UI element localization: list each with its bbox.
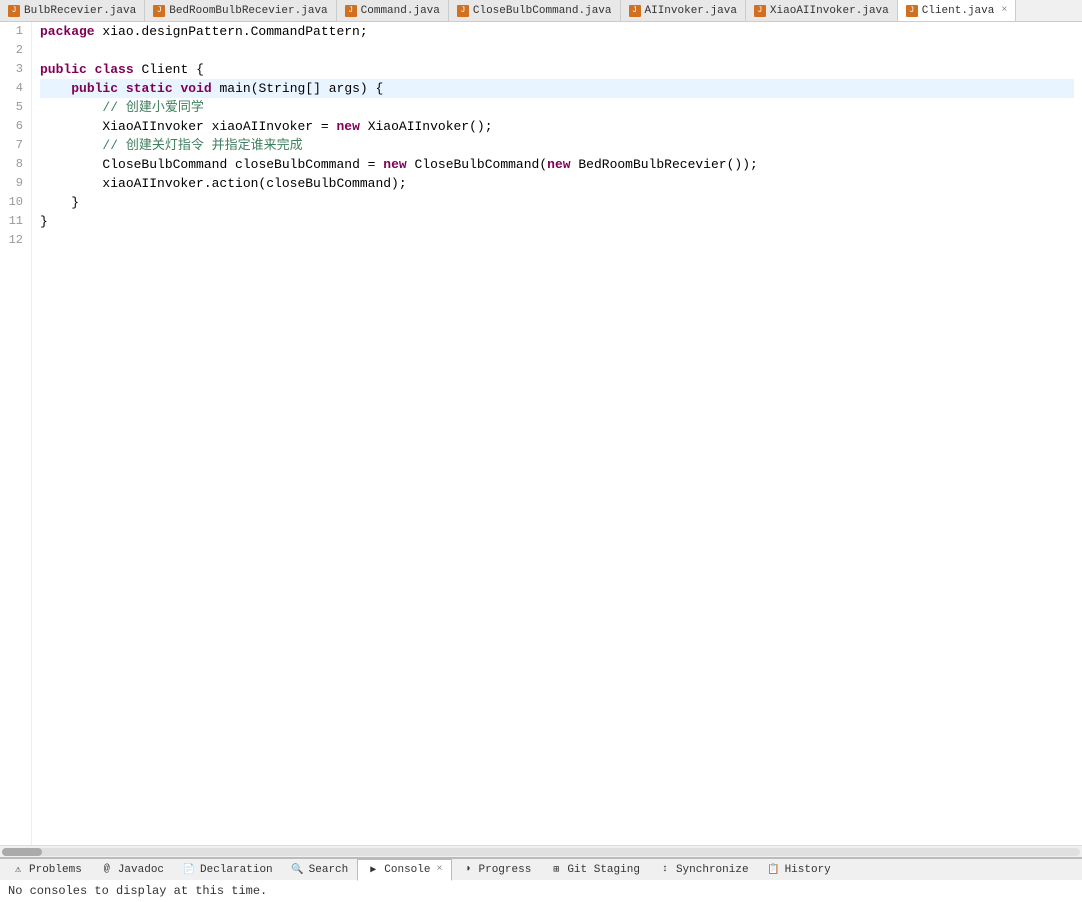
line-numbers: 123456789101112 bbox=[0, 22, 32, 845]
bottom-tab-icon-synchronize: ↕ bbox=[658, 863, 672, 877]
line-number-4: 4 bbox=[8, 79, 23, 98]
code-line-11: } bbox=[40, 212, 1074, 231]
bottom-tab-declaration[interactable]: 📄 Declaration bbox=[173, 859, 282, 881]
bottom-tab-problems[interactable]: ⚠ Problems bbox=[2, 859, 91, 881]
line-number-7: 7 bbox=[8, 136, 23, 155]
code-line-12 bbox=[40, 231, 1074, 250]
bottom-tab-icon-problems: ⚠ bbox=[11, 863, 25, 877]
tab-icon-command: J bbox=[345, 5, 357, 17]
code-line-2 bbox=[40, 41, 1074, 60]
bottom-tab-label-declaration: Declaration bbox=[200, 864, 273, 876]
tab-label-xiao-ai-invoker: XiaoAIInvoker.java bbox=[770, 5, 889, 17]
bottom-tab-label-search: Search bbox=[309, 864, 349, 876]
bottom-tab-label-progress: Progress bbox=[479, 864, 532, 876]
code-area: 123456789101112 package xiao.designPatte… bbox=[0, 22, 1082, 845]
bottom-tab-icon-declaration: 📄 bbox=[182, 863, 196, 877]
tab-label-ai-invoker: AIInvoker.java bbox=[645, 5, 737, 17]
code-line-8: CloseBulbCommand closeBulbCommand = new … bbox=[40, 155, 1074, 174]
tab-icon-close-bulb-command: J bbox=[457, 5, 469, 17]
main-area: J BulbRecevier.java J BedRoomBulbRecevier.j… bbox=[0, 0, 1082, 902]
line-number-9: 9 bbox=[8, 174, 23, 193]
tab-icon-bedroom-bulb-recevier: J bbox=[153, 5, 165, 17]
console-message: No consoles to display at this time. bbox=[8, 884, 267, 898]
bottom-tab-icon-javadoc: @ bbox=[100, 863, 114, 877]
bottom-tab-history[interactable]: 📋 History bbox=[758, 859, 840, 881]
line-number-1: 1 bbox=[8, 22, 23, 41]
bottom-tab-close-console[interactable]: × bbox=[436, 864, 442, 875]
bottom-tab-label-synchronize: Synchronize bbox=[676, 864, 749, 876]
bottom-tab-icon-progress: ◑ bbox=[461, 863, 475, 877]
tab-label-client: Client.java bbox=[922, 5, 995, 17]
bottom-panel: ⚠ Problems @ Javadoc 📄 Declaration 🔍 Search ▶ Con… bbox=[0, 857, 1082, 902]
tab-icon-bulb-recevier: J bbox=[8, 5, 20, 17]
tab-icon-xiao-ai-invoker: J bbox=[754, 5, 766, 17]
bottom-tab-icon-git-staging: ⊞ bbox=[549, 863, 563, 877]
code-line-5: // 创建小爱同学 bbox=[40, 98, 1074, 117]
code-line-3: public class Client { bbox=[40, 60, 1074, 79]
code-line-6: XiaoAIInvoker xiaoAIInvoker = new XiaoAI… bbox=[40, 117, 1074, 136]
horizontal-scrollbar[interactable] bbox=[0, 845, 1082, 857]
code-line-4: public static void main(String[] args) { bbox=[40, 79, 1074, 98]
line-number-12: 12 bbox=[8, 231, 23, 250]
bottom-tab-git-staging[interactable]: ⊞ Git Staging bbox=[540, 859, 649, 881]
bottom-tab-icon-console: ▶ bbox=[366, 863, 380, 877]
code-line-1: package xiao.designPattern.CommandPatter… bbox=[40, 22, 1074, 41]
line-number-3: 3 bbox=[8, 60, 23, 79]
tab-label-command: Command.java bbox=[361, 5, 440, 17]
tab-bedroom-bulb-recevier[interactable]: J BedRoomBulbRecevier.java bbox=[145, 0, 336, 22]
line-number-11: 11 bbox=[8, 212, 23, 231]
console-content: No consoles to display at this time. bbox=[0, 880, 1082, 902]
tab-command[interactable]: J Command.java bbox=[337, 0, 449, 22]
line-number-2: 2 bbox=[8, 41, 23, 60]
bottom-tab-label-javadoc: Javadoc bbox=[118, 864, 164, 876]
code-line-7: // 创建关灯指令 并指定谁来完成 bbox=[40, 136, 1074, 155]
scroll-thumb[interactable] bbox=[2, 848, 42, 856]
bottom-tab-label-git-staging: Git Staging bbox=[567, 864, 640, 876]
tab-close-client[interactable]: × bbox=[1001, 5, 1007, 16]
line-number-6: 6 bbox=[8, 117, 23, 136]
bottom-tab-javadoc[interactable]: @ Javadoc bbox=[91, 859, 173, 881]
bottom-tab-console[interactable]: ▶ Console × bbox=[357, 859, 451, 881]
editor[interactable]: 123456789101112 package xiao.designPatte… bbox=[0, 22, 1082, 845]
bottom-tab-icon-search: 🔍 bbox=[291, 863, 305, 877]
code-line-9: xiaoAIInvoker.action(closeBulbCommand); bbox=[40, 174, 1074, 193]
code-line-10: } bbox=[40, 193, 1074, 212]
bottom-tab-label-problems: Problems bbox=[29, 864, 82, 876]
tab-label-bedroom-bulb-recevier: BedRoomBulbRecevier.java bbox=[169, 5, 327, 17]
line-number-10: 10 bbox=[8, 193, 23, 212]
bottom-tab-label-history: History bbox=[785, 864, 831, 876]
tab-icon-client: J bbox=[906, 5, 918, 17]
tab-icon-ai-invoker: J bbox=[629, 5, 641, 17]
tab-ai-invoker[interactable]: J AIInvoker.java bbox=[621, 0, 746, 22]
tab-bar: J BulbRecevier.java J BedRoomBulbRecevier.j… bbox=[0, 0, 1082, 22]
bottom-tab-label-console: Console bbox=[384, 864, 430, 876]
bottom-tabs: ⚠ Problems @ Javadoc 📄 Declaration 🔍 Search ▶ Con… bbox=[0, 858, 1082, 880]
bottom-tab-search[interactable]: 🔍 Search bbox=[282, 859, 358, 881]
bottom-tab-icon-history: 📋 bbox=[767, 863, 781, 877]
tab-close-bulb-command[interactable]: J CloseBulbCommand.java bbox=[449, 0, 621, 22]
tab-xiao-ai-invoker[interactable]: J XiaoAIInvoker.java bbox=[746, 0, 898, 22]
line-number-5: 5 bbox=[8, 98, 23, 117]
scroll-track[interactable] bbox=[2, 848, 1080, 856]
tab-bulb-recevier[interactable]: J BulbRecevier.java bbox=[0, 0, 145, 22]
code-content: package xiao.designPattern.CommandPatter… bbox=[32, 22, 1082, 845]
tab-label-bulb-recevier: BulbRecevier.java bbox=[24, 5, 136, 17]
tab-label-close-bulb-command: CloseBulbCommand.java bbox=[473, 5, 612, 17]
tab-client[interactable]: J Client.java × bbox=[898, 0, 1017, 22]
bottom-tab-synchronize[interactable]: ↕ Synchronize bbox=[649, 859, 758, 881]
bottom-tab-progress[interactable]: ◑ Progress bbox=[452, 859, 541, 881]
line-number-8: 8 bbox=[8, 155, 23, 174]
